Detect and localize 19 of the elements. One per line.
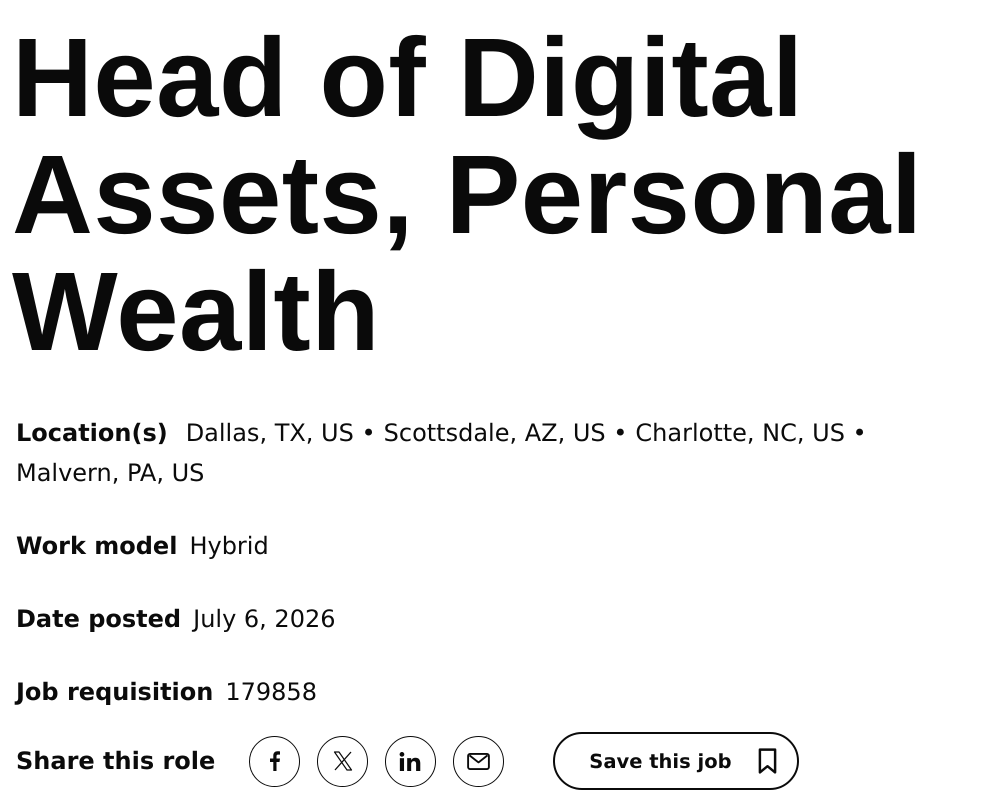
bookmark-icon	[758, 748, 777, 774]
detail-value: July 6, 2026	[193, 604, 336, 635]
location-value: Charlotte, NC, US •	[635, 418, 867, 449]
detail-label: Date posted	[16, 604, 182, 635]
detail-value: Hybrid	[189, 531, 269, 562]
facebook-icon	[270, 751, 280, 771]
x-logo-icon	[332, 751, 353, 771]
detail-value: 179858	[225, 677, 317, 708]
mail-icon	[467, 752, 490, 770]
share-label: Share this role	[16, 746, 216, 777]
detail-label: Work model	[16, 531, 178, 562]
save-job-button[interactable]: Save this job	[553, 732, 800, 790]
location-value: Dallas, TX, US •	[186, 418, 376, 449]
linkedin-icon	[399, 752, 422, 770]
location-value: Malvern, PA, US	[16, 458, 204, 489]
detail-label: Job requisition	[16, 677, 214, 708]
location-value: Scottsdale, AZ, US •	[384, 418, 628, 449]
detail-label: Location(s)	[16, 418, 168, 449]
job-title: Head of Digital Assets, Personal Wealth	[12, 19, 924, 370]
